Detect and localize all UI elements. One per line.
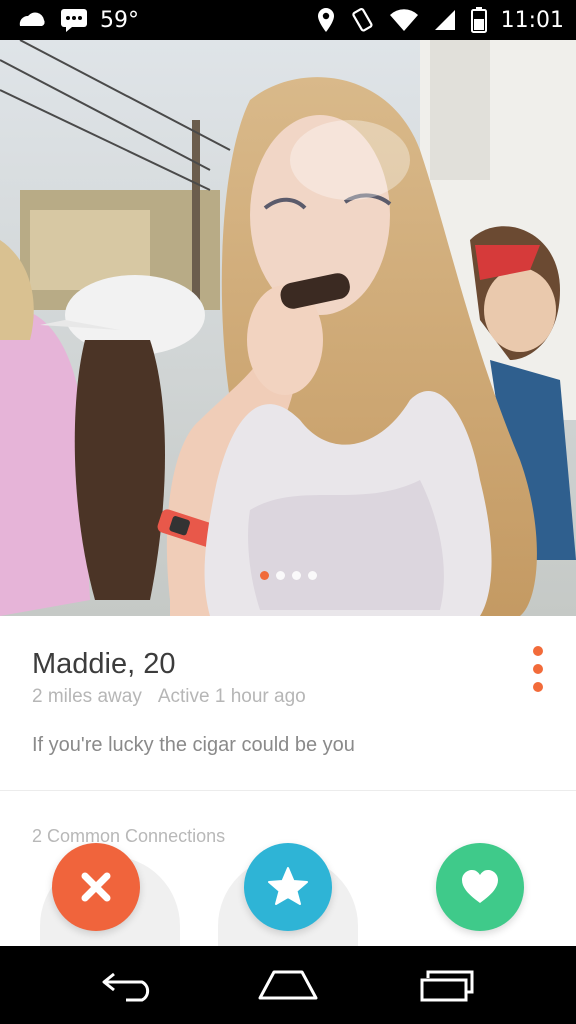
recents-button[interactable]	[388, 946, 508, 1024]
temperature-text: 59°	[100, 7, 139, 33]
vibrate-icon	[349, 7, 375, 33]
wifi-icon	[389, 8, 419, 32]
like-button[interactable]	[436, 843, 524, 931]
photo-illustration	[0, 40, 576, 616]
page-dot	[307, 571, 317, 580]
action-bar	[0, 840, 576, 940]
profile-meta: 2 miles away Active 1 hour ago	[32, 686, 306, 708]
navigation-bar	[0, 946, 576, 1024]
superlike-button[interactable]	[244, 843, 332, 931]
divider	[0, 790, 576, 791]
message-icon	[60, 8, 88, 32]
profile-name-age: Maddie, 20	[32, 648, 176, 680]
battery-icon	[470, 7, 487, 33]
cloud-icon	[14, 10, 48, 30]
home-button[interactable]	[228, 946, 348, 1024]
back-button[interactable]	[68, 946, 188, 1024]
home-icon	[258, 970, 318, 1000]
location-icon	[317, 7, 335, 33]
active-text: Active 1 hour ago	[157, 686, 306, 707]
clock-text: 11:01	[500, 7, 564, 33]
nope-button[interactable]	[52, 843, 140, 931]
back-icon	[102, 972, 150, 1002]
page-dot	[291, 571, 301, 580]
profile-photo[interactable]	[0, 40, 576, 616]
recents-icon	[420, 970, 474, 1002]
close-icon	[81, 872, 111, 902]
page-dot	[275, 571, 285, 580]
status-bar: 59° 11:01	[0, 0, 576, 40]
photo-page-indicator	[0, 571, 576, 580]
more-options-icon[interactable]	[528, 646, 548, 692]
profile-bio: If you're lucky the cigar could be you	[32, 734, 355, 756]
distance-text: 2 miles away	[32, 686, 142, 707]
star-icon	[268, 867, 308, 905]
signal-icon	[433, 8, 457, 32]
heart-icon	[462, 870, 498, 903]
page-dot-active	[259, 571, 269, 580]
